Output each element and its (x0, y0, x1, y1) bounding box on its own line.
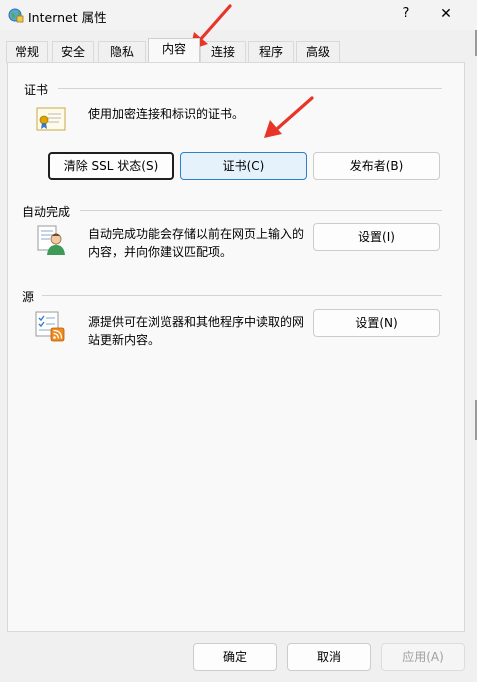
tab-content[interactable]: 内容 (148, 38, 200, 62)
tab-advanced[interactable]: 高级 (296, 41, 340, 63)
certificates-description: 使用加密连接和标识的证书。 (88, 107, 245, 121)
feeds-description-line2: 站更新内容。 (88, 333, 161, 347)
autocomplete-icon (37, 225, 65, 255)
globe-icon (8, 8, 24, 23)
section-divider (58, 88, 442, 89)
autocomplete-heading: 自动完成 (22, 205, 71, 219)
content-panel: 证书 使用加密连接和标识的证书。 清除 SSL 状态(S) 证书(C) 发布者(… (7, 62, 465, 632)
feeds-icon (35, 311, 65, 342)
feeds-description-line1: 源提供可在浏览器和其他程序中读取的网 (88, 315, 305, 329)
feeds-settings-button[interactable]: 设置(N) (313, 309, 440, 337)
cancel-button[interactable]: 取消 (287, 643, 371, 671)
section-divider (80, 210, 442, 211)
close-button[interactable]: ✕ (436, 4, 456, 24)
tab-privacy[interactable]: 隐私 (98, 41, 146, 63)
certificates-heading: 证书 (24, 83, 49, 97)
internet-properties-dialog: Internet 属性 ? ✕ 常规 安全 隐私 内容 连接 程序 高级 证书 … (0, 0, 477, 682)
section-divider (42, 295, 442, 296)
tab-general[interactable]: 常规 (6, 41, 48, 63)
tab-security[interactable]: 安全 (52, 41, 94, 63)
certificates-button[interactable]: 证书(C) (180, 152, 307, 180)
tab-connections[interactable]: 连接 (200, 41, 246, 63)
apply-button[interactable]: 应用(A) (381, 643, 465, 671)
title-bar: Internet 属性 ? ✕ (0, 0, 477, 30)
certificate-icon (36, 107, 66, 131)
ok-button[interactable]: 确定 (193, 643, 277, 671)
clear-ssl-state-button[interactable]: 清除 SSL 状态(S) (48, 152, 174, 180)
window-title: Internet 属性 (28, 10, 107, 25)
feeds-heading: 源 (22, 290, 35, 304)
help-button[interactable]: ? (396, 4, 416, 24)
autocomplete-settings-button[interactable]: 设置(I) (313, 223, 440, 251)
publishers-button[interactable]: 发布者(B) (313, 152, 440, 180)
autocomplete-description-line1: 自动完成功能会存储以前在网页上输入的 (88, 227, 305, 241)
autocomplete-description-line2: 内容，并向你建议匹配项。 (88, 245, 233, 259)
tab-programs[interactable]: 程序 (248, 41, 294, 63)
